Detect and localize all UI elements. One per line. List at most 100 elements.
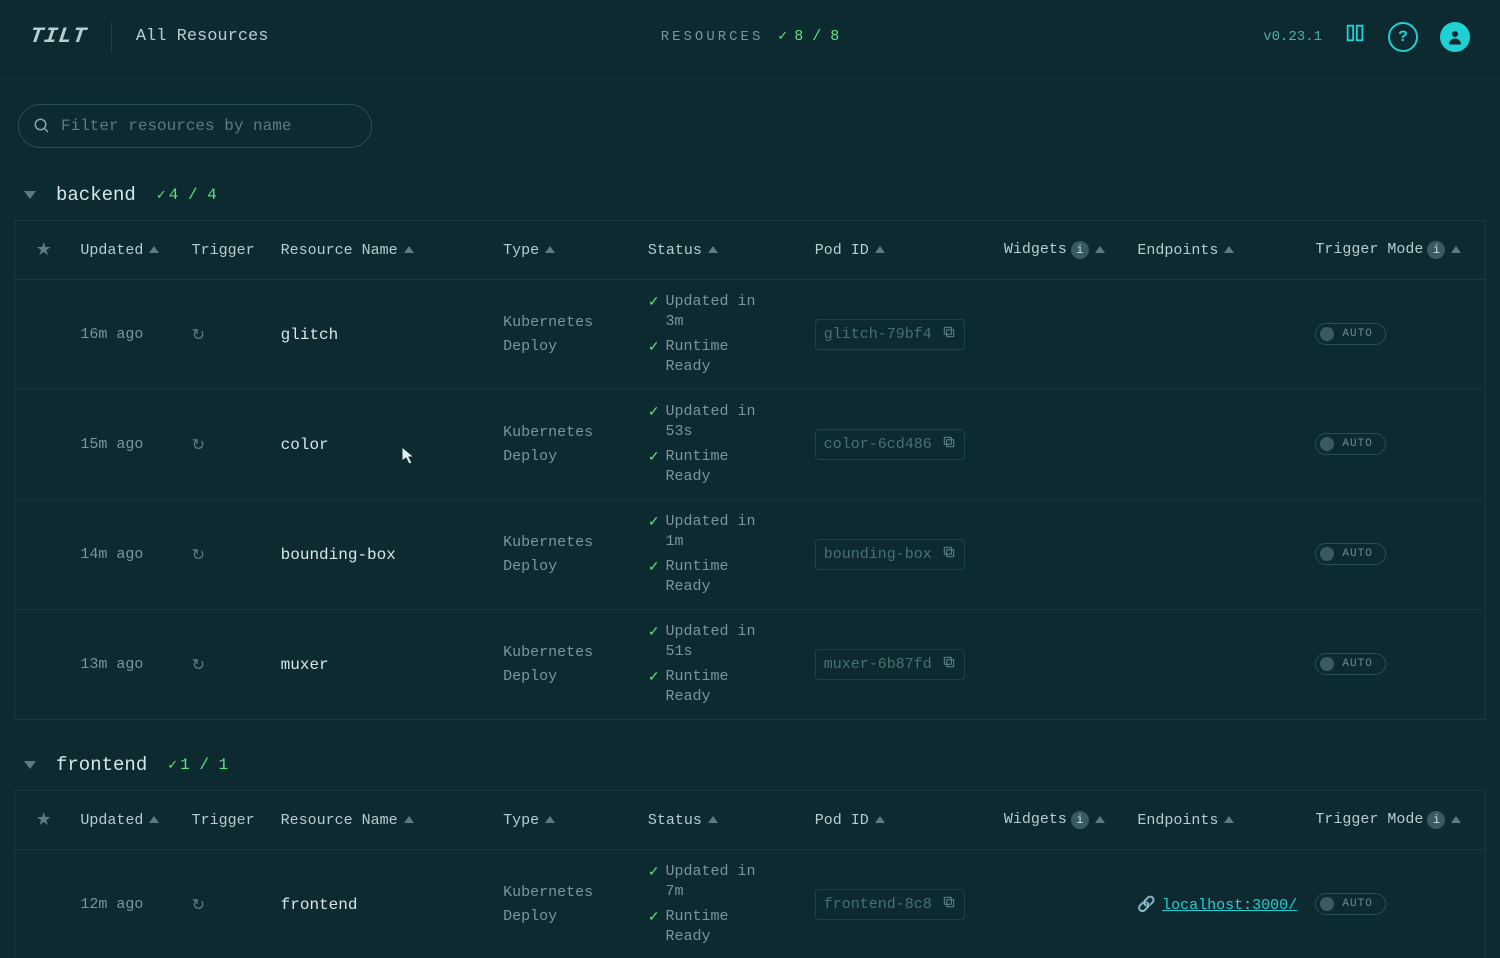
help-icon[interactable]: ? — [1388, 22, 1418, 52]
col-endpoints[interactable]: Endpoints — [1137, 812, 1218, 829]
pod-id: glitch-79bf45 — [824, 326, 932, 343]
trigger-mode-toggle[interactable]: AUTO — [1315, 653, 1385, 675]
copy-icon[interactable] — [942, 545, 956, 564]
pod-id-pill[interactable]: glitch-79bf45 — [815, 319, 965, 350]
pod-id-pill[interactable]: color-6cd4866 — [815, 429, 965, 460]
resources-label: RESOURCES — [661, 29, 764, 45]
col-updated[interactable]: Updated — [80, 812, 143, 829]
col-status[interactable]: Status — [648, 242, 702, 259]
status-cell: ✓Updated in 1m ✓Runtime Ready — [648, 512, 799, 597]
col-widgets[interactable]: Widgets — [1004, 241, 1067, 258]
trigger-mode-label: AUTO — [1342, 328, 1372, 340]
pod-id: bounding-box- — [824, 546, 932, 563]
search-field[interactable] — [18, 104, 372, 148]
table-row[interactable]: 12m ago ↻ frontend KubernetesDeploy ✓Upd… — [15, 850, 1486, 958]
trigger-icon[interactable]: ↻ — [192, 327, 205, 345]
type-cell: KubernetesDeploy — [495, 500, 640, 610]
trigger-icon[interactable]: ↻ — [192, 547, 205, 565]
check-icon: ✓ — [648, 339, 660, 358]
pod-id-pill[interactable]: frontend-8c86 — [815, 889, 965, 920]
trigger-mode-toggle[interactable]: AUTO — [1315, 323, 1385, 345]
trigger-icon[interactable]: ↻ — [192, 657, 205, 675]
resource-name[interactable]: frontend — [281, 896, 358, 914]
star-header-icon[interactable]: ★ — [36, 241, 52, 261]
pod-id-pill[interactable]: bounding-box- — [815, 539, 965, 570]
table-row[interactable]: 14m ago ↻ bounding-box KubernetesDeploy … — [15, 500, 1486, 610]
copy-icon[interactable] — [942, 655, 956, 674]
toggle-knob — [1320, 437, 1334, 451]
trigger-icon[interactable]: ↻ — [192, 437, 205, 455]
endpoint-cell — [1129, 280, 1307, 390]
col-updated[interactable]: Updated — [80, 242, 143, 259]
check-icon: ✓ — [648, 404, 660, 423]
pod-id: muxer-6b87fdb — [824, 656, 932, 673]
copy-icon[interactable] — [942, 895, 956, 914]
resource-name[interactable]: bounding-box — [281, 546, 396, 564]
col-pod[interactable]: Pod ID — [815, 242, 869, 259]
col-pod[interactable]: Pod ID — [815, 812, 869, 829]
col-name[interactable]: Resource Name — [281, 812, 398, 829]
type-cell: KubernetesDeploy — [495, 390, 640, 500]
toggle-knob — [1320, 547, 1334, 561]
col-name[interactable]: Resource Name — [281, 242, 398, 259]
caret-down-icon — [24, 761, 36, 769]
trigger-mode-toggle[interactable]: AUTO — [1315, 433, 1385, 455]
page-title: All Resources — [136, 27, 269, 46]
pod-id-pill[interactable]: muxer-6b87fdb — [815, 649, 965, 680]
copy-icon[interactable] — [942, 325, 956, 344]
divider — [111, 22, 112, 52]
snapshot-icon[interactable] — [1344, 22, 1366, 51]
trigger-mode-label: AUTO — [1342, 658, 1372, 670]
table-row[interactable]: 15m ago ↻ color KubernetesDeploy ✓Update… — [15, 390, 1486, 500]
trigger-mode-label: AUTO — [1342, 898, 1372, 910]
col-status[interactable]: Status — [648, 812, 702, 829]
col-type[interactable]: Type — [503, 812, 539, 829]
resource-name[interactable]: color — [281, 436, 329, 454]
type-cell: KubernetesDeploy — [495, 610, 640, 720]
updated-cell: 13m ago — [72, 610, 183, 720]
toggle-knob — [1320, 327, 1334, 341]
star-header-icon[interactable]: ★ — [36, 811, 52, 831]
trigger-icon[interactable]: ↻ — [192, 897, 205, 915]
status-cell: ✓Updated in 7m ✓Runtime Ready — [648, 862, 799, 947]
col-trigger[interactable]: Trigger — [192, 812, 255, 829]
group-name: backend — [56, 184, 136, 206]
col-widgets[interactable]: Widgets — [1004, 811, 1067, 828]
type-cell: KubernetesDeploy — [495, 850, 640, 958]
col-mode[interactable]: Trigger Mode — [1315, 811, 1423, 828]
col-trigger[interactable]: Trigger — [192, 242, 255, 259]
col-mode[interactable]: Trigger Mode — [1315, 241, 1423, 258]
check-icon: ✓ — [648, 559, 660, 578]
check-icon: ✓ — [648, 294, 660, 313]
table-row[interactable]: 16m ago ↻ glitch KubernetesDeploy ✓Updat… — [15, 280, 1486, 390]
updated-cell: 15m ago — [72, 390, 183, 500]
trigger-mode-toggle[interactable]: AUTO — [1315, 543, 1385, 565]
toggle-knob — [1320, 657, 1334, 671]
endpoint-link[interactable]: localhost:3000/ — [1162, 897, 1297, 914]
updated-cell: 12m ago — [72, 850, 183, 958]
status-cell: ✓Updated in 3m ✓Runtime Ready — [648, 292, 799, 377]
resource-name[interactable]: glitch — [281, 326, 339, 344]
user-icon[interactable] — [1440, 22, 1470, 52]
endpoint-cell: 🔗localhost:3000/ — [1129, 850, 1307, 958]
group-header[interactable]: backend 4 / 4 — [14, 184, 1486, 220]
check-icon: ✓ — [648, 624, 660, 643]
status-cell: ✓Updated in 51s ✓Runtime Ready — [648, 622, 799, 707]
resources-count: 8 / 8 — [777, 28, 839, 45]
trigger-mode-toggle[interactable]: AUTO — [1315, 893, 1385, 915]
check-icon: ✓ — [648, 449, 660, 468]
col-endpoints[interactable]: Endpoints — [1137, 242, 1218, 259]
search-icon — [33, 117, 51, 135]
table-row[interactable]: 13m ago ↻ muxer KubernetesDeploy ✓Update… — [15, 610, 1486, 720]
updated-cell: 16m ago — [72, 280, 183, 390]
group-name: frontend — [56, 754, 147, 776]
logo[interactable]: TILT — [28, 24, 88, 49]
toggle-knob — [1320, 897, 1334, 911]
group-header[interactable]: frontend 1 / 1 — [14, 754, 1486, 790]
copy-icon[interactable] — [942, 435, 956, 454]
caret-down-icon — [24, 191, 36, 199]
resource-name[interactable]: muxer — [281, 656, 329, 674]
search-input[interactable] — [61, 117, 357, 135]
col-type[interactable]: Type — [503, 242, 539, 259]
check-icon: ✓ — [648, 669, 660, 688]
